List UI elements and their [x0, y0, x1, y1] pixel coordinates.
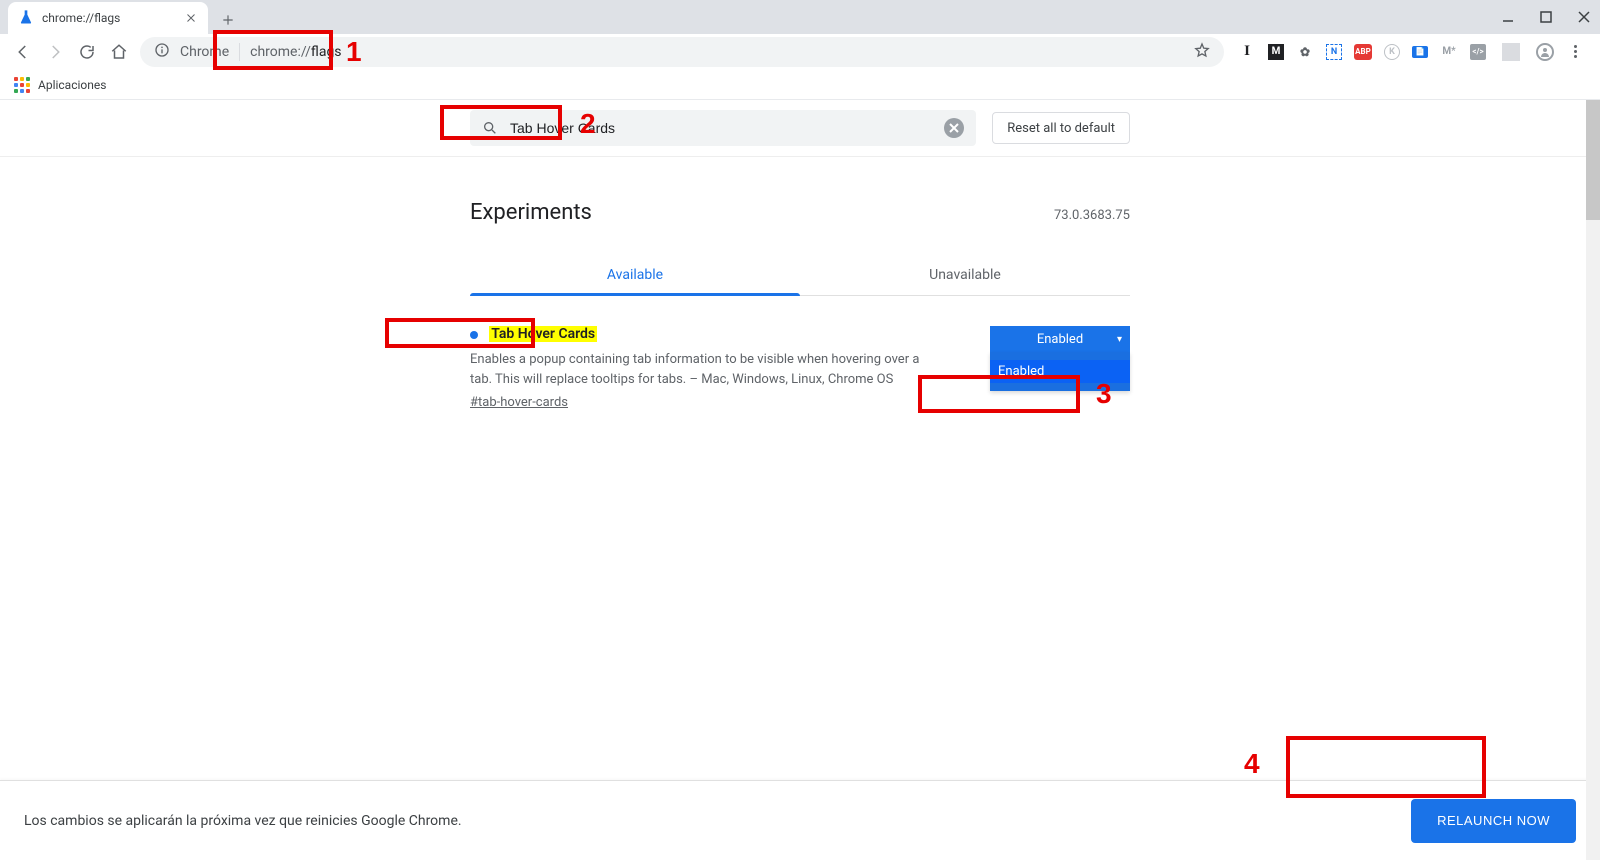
- page-title: Experiments: [470, 200, 592, 225]
- bookmark-star-icon[interactable]: [1194, 42, 1210, 62]
- relaunch-button[interactable]: RELAUNCH NOW: [1411, 799, 1576, 843]
- ext-icon-abp[interactable]: ABP: [1354, 44, 1372, 60]
- flag-state-dropdown[interactable]: Enabled: [990, 352, 1130, 391]
- relaunch-message: Los cambios se aplicarán la próxima vez …: [24, 813, 462, 829]
- ext-icon-8[interactable]: M*: [1440, 43, 1458, 61]
- apps-grid-icon[interactable]: [14, 77, 30, 93]
- bookmarks-apps-label[interactable]: Aplicaciones: [38, 78, 106, 92]
- chrome-version-label: 73.0.3683.75: [1054, 208, 1130, 223]
- site-info-icon[interactable]: [154, 42, 170, 62]
- forward-icon[interactable]: [46, 43, 64, 61]
- omnibox-prefix-label: Chrome: [180, 44, 229, 60]
- flag-modified-dot-icon: [470, 331, 478, 339]
- bookmarks-bar: Aplicaciones: [0, 70, 1600, 100]
- flag-title-label: Tab Hover Cards: [489, 326, 597, 342]
- extension-icons: I M ✿ N ABP K 📄 M* </>: [1230, 43, 1592, 61]
- relaunch-button-label: RELAUNCH NOW: [1437, 813, 1550, 828]
- profile-avatar-icon[interactable]: [1536, 43, 1554, 61]
- omnibox-divider: [239, 43, 240, 61]
- dropdown-peek-top: [990, 354, 1130, 360]
- omnibox-url-scheme: chrome://: [250, 44, 311, 60]
- experiments-tabs: Available Unavailable: [470, 255, 1130, 296]
- browser-tabstrip: chrome://flags: [0, 0, 1600, 34]
- omnibox-url: chrome://flags: [250, 44, 341, 60]
- ext-icon-7[interactable]: 📄: [1412, 46, 1428, 58]
- relaunch-bar: Los cambios se aplicarán la próxima vez …: [0, 780, 1600, 860]
- flag-description: Enables a popup containing tab informati…: [440, 350, 940, 389]
- ext-icon-4[interactable]: N: [1326, 44, 1342, 60]
- window-controls: [1498, 0, 1594, 34]
- new-tab-button[interactable]: [214, 6, 242, 34]
- ext-icon-1[interactable]: I: [1238, 43, 1256, 61]
- dropdown-option-enabled-label: Enabled: [998, 364, 1044, 379]
- ext-icon-2[interactable]: M: [1268, 44, 1284, 60]
- back-icon[interactable]: [14, 43, 32, 61]
- minimize-icon[interactable]: [1498, 10, 1518, 24]
- reload-icon[interactable]: [78, 43, 96, 61]
- toolbar-separator: [1502, 43, 1520, 61]
- browser-toolbar: Chrome chrome://flags I M ✿ N ABP K 📄 M*…: [0, 34, 1600, 70]
- tab-unavailable[interactable]: Unavailable: [800, 255, 1130, 295]
- home-icon[interactable]: [110, 43, 128, 61]
- dropdown-peek-bot: [990, 383, 1130, 389]
- tab-unavailable-label: Unavailable: [929, 267, 1001, 283]
- maximize-icon[interactable]: [1536, 11, 1556, 23]
- close-icon[interactable]: [184, 11, 198, 25]
- omnibox-url-path: flags: [311, 44, 342, 60]
- close-window-icon[interactable]: [1574, 10, 1594, 24]
- tab-available[interactable]: Available: [470, 255, 800, 295]
- ext-icon-3[interactable]: ✿: [1296, 43, 1314, 61]
- flag-anchor-link[interactable]: #tab-hover-cards: [470, 395, 568, 410]
- flag-state-select[interactable]: Enabled: [990, 326, 1130, 352]
- flask-icon: [18, 9, 34, 28]
- page-content-area: Reset all to default Experiments 73.0.36…: [0, 100, 1600, 860]
- flag-item-tab-hover-cards: Tab Hover Cards Enables a popup containi…: [470, 326, 1130, 410]
- browser-tab-title: chrome://flags: [42, 11, 176, 25]
- address-bar[interactable]: Chrome chrome://flags: [140, 37, 1224, 67]
- ext-icon-9[interactable]: </>: [1470, 44, 1486, 60]
- tab-available-label: Available: [607, 267, 663, 283]
- scrollbar-thumb[interactable]: [1586, 100, 1600, 220]
- vertical-scrollbar[interactable]: [1586, 100, 1600, 860]
- chrome-menu-icon[interactable]: [1566, 43, 1584, 61]
- ext-icon-6[interactable]: K: [1384, 44, 1400, 60]
- dropdown-option-enabled[interactable]: Enabled: [990, 360, 1130, 383]
- browser-tab-active[interactable]: chrome://flags: [8, 2, 208, 34]
- flag-state-select-value: Enabled: [1037, 332, 1083, 347]
